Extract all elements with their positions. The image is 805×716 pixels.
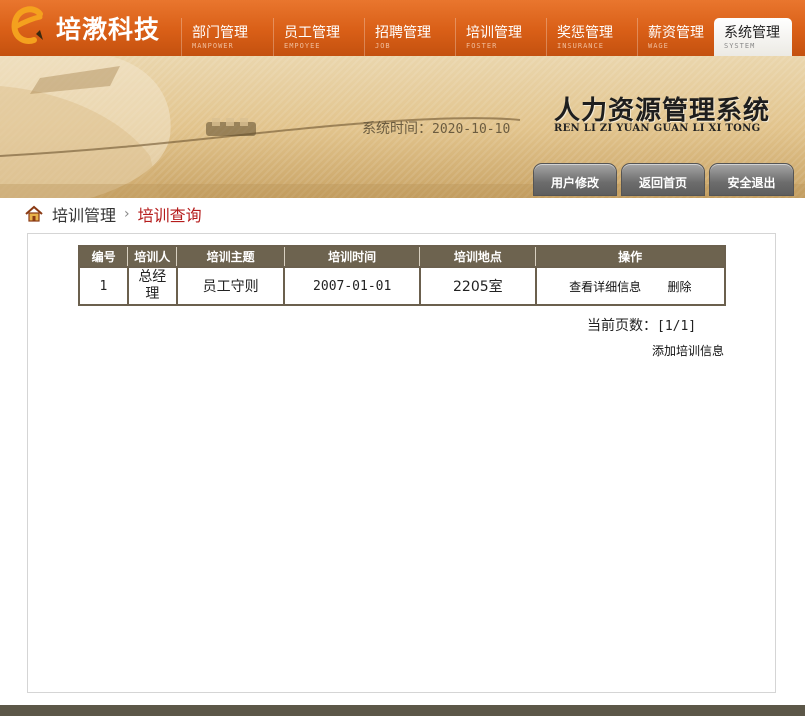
system-title: 人力资源管理系统 — [554, 96, 771, 126]
footer-bar — [0, 705, 805, 716]
nav-tab-label: 员工管理 — [284, 25, 340, 41]
top-header: 培漖科技 部门管理 MANPOWER 员工管理 EMPOYEE 招聘管理 JOB… — [0, 0, 805, 56]
cell-date: 2007-01-01 — [283, 266, 421, 306]
delete-link[interactable]: 删除 — [668, 280, 692, 294]
cell-actions: 查看详细信息 删除 — [534, 266, 727, 306]
pagination-label: 当前页数： — [587, 318, 657, 334]
nav-tab-employee[interactable]: 员工管理 EMPOYEE — [273, 18, 365, 56]
add-training-link[interactable]: 添加培训信息 — [652, 342, 724, 359]
column-header-actions: 操作 — [535, 245, 726, 268]
nav-tab-sublabel: MANPOWER — [192, 42, 234, 50]
table-row: 1 总经理 员工守则 2007-01-01 2205室 查看详细信息 删除 — [78, 266, 727, 306]
view-details-link[interactable]: 查看详细信息 — [569, 280, 641, 294]
cell-trainer: 总经理 — [126, 266, 178, 306]
nav-tab-sublabel: INSURANCE — [557, 42, 604, 50]
nav-tab-label: 招聘管理 — [375, 25, 431, 41]
nav-tab-recruitment[interactable]: 招聘管理 JOB — [364, 18, 455, 56]
system-time-label: 系统时间： — [362, 121, 432, 137]
nav-tab-label: 部门管理 — [192, 25, 248, 41]
home-icon[interactable] — [25, 205, 43, 223]
cell-place: 2205室 — [418, 266, 537, 306]
column-header-trainer: 培训人 — [127, 245, 178, 268]
column-header-topic: 培训主题 — [176, 245, 285, 268]
nav-tab-sublabel: SYSTEM — [724, 42, 756, 50]
system-time-value: 2020-10-10 — [432, 122, 511, 137]
nav-tab-label: 薪资管理 — [648, 25, 704, 41]
pagination-value: [1/1] — [657, 319, 697, 334]
nav-tab-rewards[interactable]: 奖惩管理 INSURANCE — [546, 18, 637, 56]
nav-tab-label: 奖惩管理 — [557, 25, 613, 41]
training-table: 编号 培训人 培训主题 培训时间 培训地点 操作 1 总经理 员工守则 2007… — [78, 245, 727, 306]
column-header-date: 培训时间 — [283, 245, 421, 268]
table-header-row: 编号 培训人 培训主题 培训时间 培训地点 操作 — [78, 245, 726, 268]
cell-id: 1 — [78, 266, 129, 306]
nav-tab-department[interactable]: 部门管理 MANPOWER — [181, 18, 273, 56]
logout-button[interactable]: 安全退出 — [709, 163, 794, 196]
nav-tab-sublabel: FOSTER — [466, 42, 498, 50]
system-subtitle: REN LI ZI YUAN GUAN LI XI TONG — [554, 123, 761, 134]
nav-tab-sublabel: EMPOYEE — [284, 42, 321, 50]
cell-trainer-text: 总经理 — [138, 269, 167, 302]
column-header-id: 编号 — [78, 245, 129, 268]
breadcrumb-parent[interactable]: 培训管理 — [52, 202, 116, 226]
chevron-right-icon: › — [124, 206, 130, 222]
breadcrumb: 培训管理 › 培训查询 — [25, 203, 202, 225]
pagination-status: 当前页数：[1/1] — [587, 315, 696, 335]
system-time: 系统时间：2020-10-10 — [362, 118, 510, 138]
brand-name: 培漖科技 — [56, 15, 161, 44]
nav-tab-label: 培训管理 — [466, 25, 522, 41]
nav-tab-sublabel: JOB — [375, 42, 391, 50]
nav-tab-system[interactable]: 系统管理 SYSTEM — [714, 18, 792, 56]
breadcrumb-current: 培训查询 — [137, 206, 202, 225]
nav-tab-sublabel: WAGE — [648, 42, 669, 50]
cell-topic: 员工守则 — [175, 266, 286, 306]
nav-tab-label: 系统管理 — [724, 25, 780, 41]
home-button[interactable]: 返回首页 — [621, 163, 705, 196]
nav-tab-salary[interactable]: 薪资管理 WAGE — [637, 18, 712, 56]
column-header-place: 培训地点 — [419, 245, 537, 268]
e-logo-icon — [11, 6, 43, 44]
nav-tab-training[interactable]: 培训管理 FOSTER — [455, 18, 546, 56]
edit-user-button[interactable]: 用户修改 — [533, 163, 617, 196]
